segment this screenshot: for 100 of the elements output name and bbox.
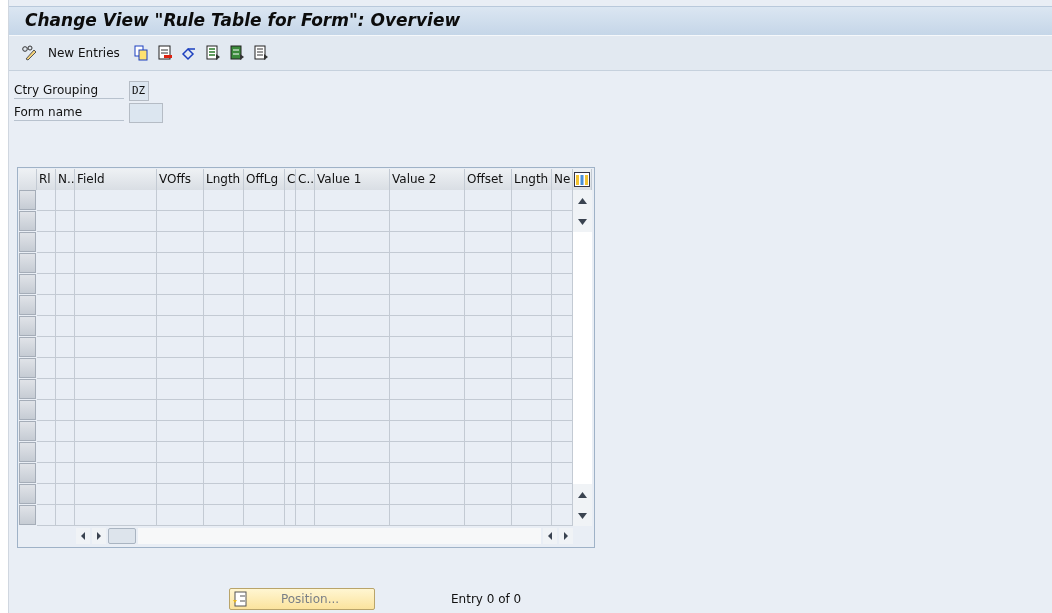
row-selector-button[interactable] [19,316,36,336]
row-selector-button[interactable] [19,463,36,483]
table-cell [157,442,204,463]
block-list-icon[interactable] [228,45,245,61]
table-cell [512,274,552,295]
row-selector-button[interactable] [19,274,36,294]
column-header[interactable]: N.. [56,169,75,190]
table-cell [204,484,244,505]
select-list-icon[interactable] [204,45,221,61]
table-cell [296,379,315,400]
table-cell [285,358,296,379]
column-header[interactable]: C.. [296,169,315,190]
input-field[interactable] [129,102,163,123]
table-cell [512,505,552,526]
field-label: Ctry Grouping [14,82,124,99]
table-cell [512,421,552,442]
row-selector-button[interactable] [19,253,36,273]
table-cell [296,274,315,295]
row-selector-button[interactable] [19,400,36,420]
row-selector-button[interactable] [19,421,36,441]
table-cell [204,190,244,211]
row-selector-button[interactable] [19,442,36,462]
table-cell [56,211,75,232]
table-cell [56,484,75,505]
table-cell [512,463,552,484]
table-cell [465,484,512,505]
column-header[interactable]: Lngth [204,169,244,190]
table-cell [56,337,75,358]
table-cell [465,211,512,232]
table-cell [512,358,552,379]
column-header[interactable]: Lngth [512,169,552,190]
table-cell [296,190,315,211]
table-cell [37,505,56,526]
deselect-list-icon[interactable] [252,45,269,61]
pencil-glasses-icon[interactable] [21,45,37,61]
table-cell [296,421,315,442]
table-cell [285,337,296,358]
row-selector-button[interactable] [19,232,36,252]
table-cell [465,379,512,400]
table-cell [56,358,75,379]
table-cell [285,274,296,295]
table-cell [56,316,75,337]
table-cell [157,379,204,400]
table-cell [244,274,285,295]
table-cell [37,358,56,379]
scroll-down-arrow-icon[interactable] [578,218,587,225]
table-cell [37,253,56,274]
scroll-up-arrow-icon[interactable] [578,491,587,498]
table-cell [157,463,204,484]
table-cell [56,295,75,316]
table-cell [204,211,244,232]
input-field[interactable]: DZ [129,80,149,101]
table-cell [56,232,75,253]
table-cell [157,400,204,421]
column-header[interactable]: Field [75,169,157,190]
table-cell [204,379,244,400]
column-header[interactable]: C [285,169,296,190]
scroll-up-arrow-icon[interactable] [578,197,587,204]
column-header[interactable]: VOffs [157,169,204,190]
column-header[interactable]: Value 1 [315,169,390,190]
copy-icon[interactable] [132,45,149,61]
window-title: Change View "Rule Table for Form": Overview [25,10,461,30]
column-settings-icon[interactable] [574,172,590,187]
scrollbar-thumb[interactable] [108,528,136,544]
table-cell [244,295,285,316]
table-cell [512,232,552,253]
column-header[interactable]: Offset [465,169,512,190]
table-cell [296,253,315,274]
column-header[interactable]: Ne [552,169,573,190]
row-selector-button[interactable] [19,379,36,399]
column-header[interactable]: OffLg [244,169,285,190]
table-cell [465,337,512,358]
table-cell [296,442,315,463]
row-selector-button[interactable] [19,358,36,378]
row-selector-button[interactable] [19,295,36,315]
row-selector-button[interactable] [19,505,36,525]
table-cell [465,295,512,316]
table-cell [244,358,285,379]
table-cell [204,442,244,463]
row-selector-button[interactable] [19,337,36,357]
row-selector-button[interactable] [19,190,36,210]
table-cell [157,274,204,295]
table-cell [56,442,75,463]
table-cell [204,316,244,337]
table-cell [285,463,296,484]
table-cell [512,295,552,316]
table-cell [244,190,285,211]
new-entries-button[interactable]: New Entries [45,44,123,62]
table-cell [512,337,552,358]
table-cell [285,232,296,253]
undo-icon[interactable] [180,45,197,61]
table-cell [285,295,296,316]
table-cell [37,190,56,211]
delete-icon[interactable] [156,45,173,61]
column-header[interactable]: Value 2 [390,169,465,190]
row-selector-button[interactable] [19,484,36,504]
row-selector-button[interactable] [19,211,36,231]
column-header[interactable]: Rl [37,169,56,190]
table-cell [157,190,204,211]
scroll-down-arrow-icon[interactable] [578,512,587,519]
